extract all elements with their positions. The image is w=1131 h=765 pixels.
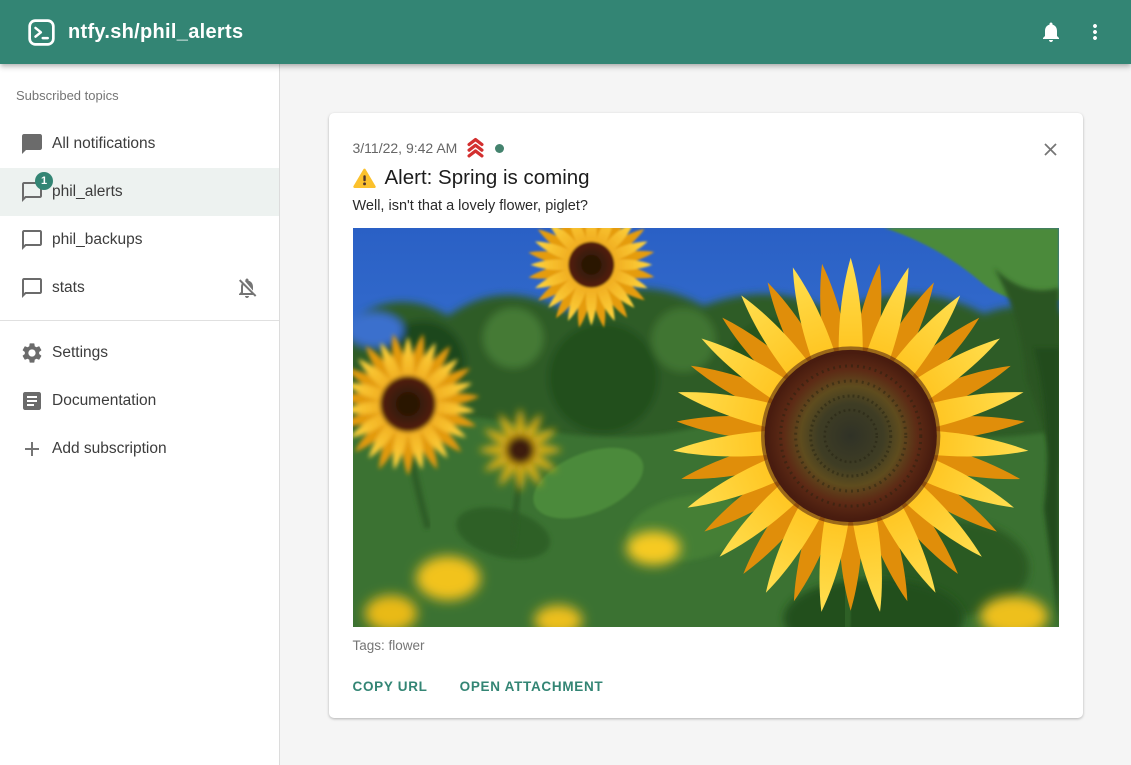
sidebar-item-documentation[interactable]: Documentation bbox=[0, 377, 279, 425]
sidebar-item-all-notifications[interactable]: All notifications bbox=[0, 120, 279, 168]
close-icon bbox=[1040, 139, 1061, 160]
app-bar: ntfy.sh/phil_alerts bbox=[0, 0, 1131, 64]
overflow-menu-button[interactable] bbox=[1073, 10, 1117, 54]
topic-list: All notifications 1 phil_alerts phil_bac… bbox=[0, 120, 279, 312]
attachment-image[interactable] bbox=[353, 228, 1059, 627]
sidebar-item-add-subscription[interactable]: Add subscription bbox=[0, 425, 279, 473]
chat-bubble-outline-icon bbox=[20, 228, 44, 252]
open-attachment-button[interactable]: OPEN ATTACHMENT bbox=[460, 679, 604, 694]
more-vert-icon bbox=[1083, 20, 1107, 44]
notification-meta: 3/11/22, 9:42 AM bbox=[353, 137, 1059, 159]
close-notification-button[interactable] bbox=[1037, 135, 1065, 163]
sidebar-item-stats[interactable]: stats bbox=[0, 264, 279, 312]
notification-title-row: Alert: Spring is coming bbox=[353, 166, 1059, 190]
unread-count-badge: 1 bbox=[35, 172, 53, 190]
sidebar: Subscribed topics All notifications 1 ph… bbox=[0, 64, 280, 765]
sidebar-item-label: phil_backups bbox=[52, 231, 259, 249]
bell-off-icon bbox=[235, 276, 259, 300]
copy-url-button[interactable]: COPY URL bbox=[353, 679, 428, 694]
notification-body: Well, isn't that a lovely flower, piglet… bbox=[353, 198, 1059, 214]
article-icon bbox=[20, 389, 44, 413]
gear-icon bbox=[20, 341, 44, 365]
page-title: ntfy.sh/phil_alerts bbox=[68, 21, 243, 44]
sidebar-item-label: stats bbox=[52, 279, 235, 297]
bell-icon bbox=[1039, 20, 1063, 44]
sidebar-item-settings[interactable]: Settings bbox=[0, 329, 279, 377]
notifications-button[interactable] bbox=[1029, 10, 1073, 54]
unread-dot bbox=[495, 144, 504, 153]
sidebar-item-label: Settings bbox=[52, 344, 259, 362]
sidebar-divider bbox=[0, 320, 279, 321]
priority-max-chevrons-icon bbox=[463, 137, 488, 159]
plus-icon bbox=[20, 437, 44, 461]
sidebar-item-label: All notifications bbox=[52, 135, 259, 153]
notification-title: Alert: Spring is coming bbox=[385, 166, 590, 190]
chat-bubble-outline-icon: 1 bbox=[20, 180, 44, 204]
sidebar-item-label: phil_alerts bbox=[52, 183, 259, 201]
subscribed-topics-label: Subscribed topics bbox=[0, 64, 279, 103]
chat-bubble-outline-icon bbox=[20, 276, 44, 300]
notification-actions: COPY URL OPEN ATTACHMENT bbox=[353, 679, 1059, 694]
notification-card: 3/11/22, 9:42 AM bbox=[329, 113, 1083, 718]
sidebar-links: Settings Documentation Add subscription bbox=[0, 329, 279, 473]
sidebar-item-label: Documentation bbox=[52, 392, 259, 410]
notification-tags: Tags: flower bbox=[353, 638, 1059, 653]
chat-bubble-filled-icon bbox=[20, 132, 44, 156]
warning-emoji bbox=[353, 167, 376, 190]
notification-timestamp: 3/11/22, 9:42 AM bbox=[353, 140, 458, 156]
sunflower-photo bbox=[353, 228, 1059, 627]
sidebar-item-phil-alerts[interactable]: 1 phil_alerts bbox=[0, 168, 279, 216]
sidebar-item-label: Add subscription bbox=[52, 440, 259, 458]
main-content: 3/11/22, 9:42 AM bbox=[280, 64, 1131, 765]
sidebar-item-phil-backups[interactable]: phil_backups bbox=[0, 216, 279, 264]
terminal-logo-icon bbox=[28, 19, 55, 46]
